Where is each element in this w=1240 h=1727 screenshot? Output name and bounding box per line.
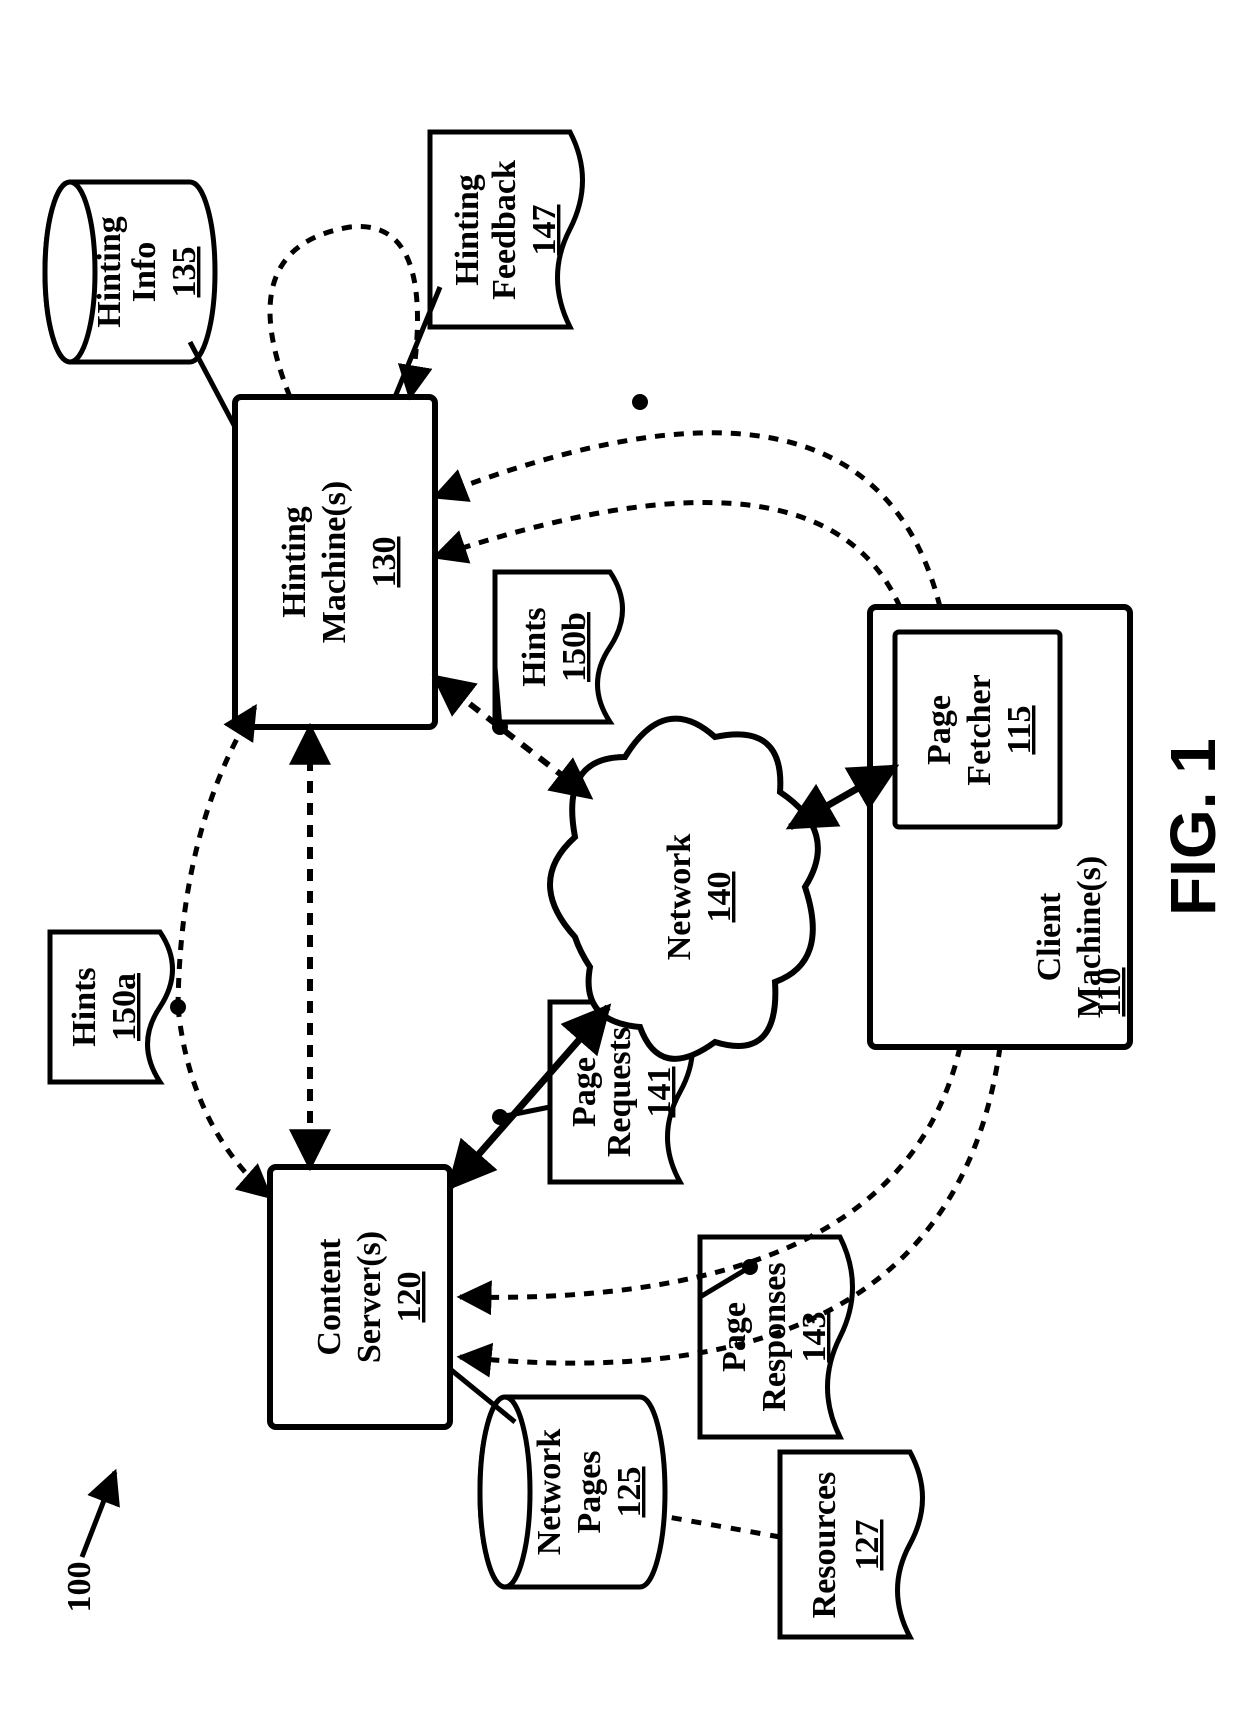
node-hinting-machine: Hinting Machine(s) 130	[235, 397, 435, 727]
svg-text:Pages: Pages	[571, 1450, 608, 1533]
svg-text:Machine(s): Machine(s)	[316, 481, 353, 643]
svg-text:Info: Info	[126, 242, 163, 302]
svg-text:Network: Network	[531, 1429, 568, 1556]
svg-text:Feedback: Feedback	[486, 160, 523, 300]
node-hinting-feedback: Hinting Feedback 147	[430, 132, 583, 327]
svg-text:140: 140	[701, 872, 738, 923]
svg-text:Hints: Hints	[66, 967, 103, 1046]
svg-text:141: 141	[641, 1067, 678, 1118]
edge-info-hinting	[190, 342, 235, 427]
node-network-pages: Network Pages 125	[480, 1397, 665, 1587]
node-hinting-info: Hinting Info 135	[45, 182, 215, 362]
svg-text:Content: Content	[311, 1238, 348, 1356]
edge-hinting-selfloop	[270, 226, 418, 397]
svg-text:130: 130	[366, 537, 403, 588]
svg-text:Page: Page	[716, 1302, 753, 1372]
diagram-ref-label: 100	[61, 1562, 98, 1613]
ref-arrow	[82, 1472, 115, 1557]
svg-text:Page: Page	[566, 1057, 603, 1127]
svg-text:Fetcher: Fetcher	[961, 674, 998, 785]
svg-text:150a: 150a	[106, 973, 143, 1041]
edge-resources-pages	[668, 1517, 780, 1537]
svg-text:110: 110	[1091, 967, 1128, 1016]
svg-text:Client: Client	[1031, 892, 1068, 981]
svg-text:125: 125	[611, 1467, 648, 1518]
svg-text:Resources: Resources	[806, 1472, 843, 1619]
svg-text:120: 120	[391, 1272, 428, 1323]
svg-text:Server(s): Server(s)	[351, 1231, 388, 1363]
svg-text:Hinting: Hinting	[276, 506, 313, 617]
figure-label: FIG. 1	[1157, 738, 1229, 916]
branch-dot-hints-b	[492, 719, 508, 735]
edge-feedback-hinting	[395, 287, 440, 397]
node-hints-a: Hints 150a	[50, 932, 173, 1082]
svg-text:Hints: Hints	[516, 607, 553, 686]
node-page-fetcher: Page Fetcher 115	[895, 632, 1060, 827]
edge-hints-a-server	[178, 1007, 270, 1197]
svg-text:Hinting: Hinting	[449, 174, 486, 285]
edge-requests	[500, 1107, 550, 1117]
svg-text:147: 147	[526, 205, 563, 256]
node-page-responses: Page Responses 143	[700, 1237, 853, 1437]
svg-text:135: 135	[166, 247, 203, 298]
svg-text:127: 127	[849, 1520, 886, 1571]
svg-text:115: 115	[1001, 705, 1038, 754]
svg-text:Network: Network	[661, 834, 698, 961]
node-resources: Resources 127	[780, 1452, 923, 1637]
branch-dot-feedback	[632, 394, 648, 410]
svg-text:Requests: Requests	[601, 1027, 638, 1157]
node-hints-b: Hints 150b	[495, 572, 623, 722]
node-content-server: Content Server(s) 120	[270, 1167, 450, 1427]
svg-text:150b: 150b	[556, 612, 593, 682]
svg-text:Page: Page	[921, 695, 958, 765]
svg-text:Hinting: Hinting	[91, 216, 128, 327]
edge-hints-a-hinting	[178, 707, 255, 1007]
